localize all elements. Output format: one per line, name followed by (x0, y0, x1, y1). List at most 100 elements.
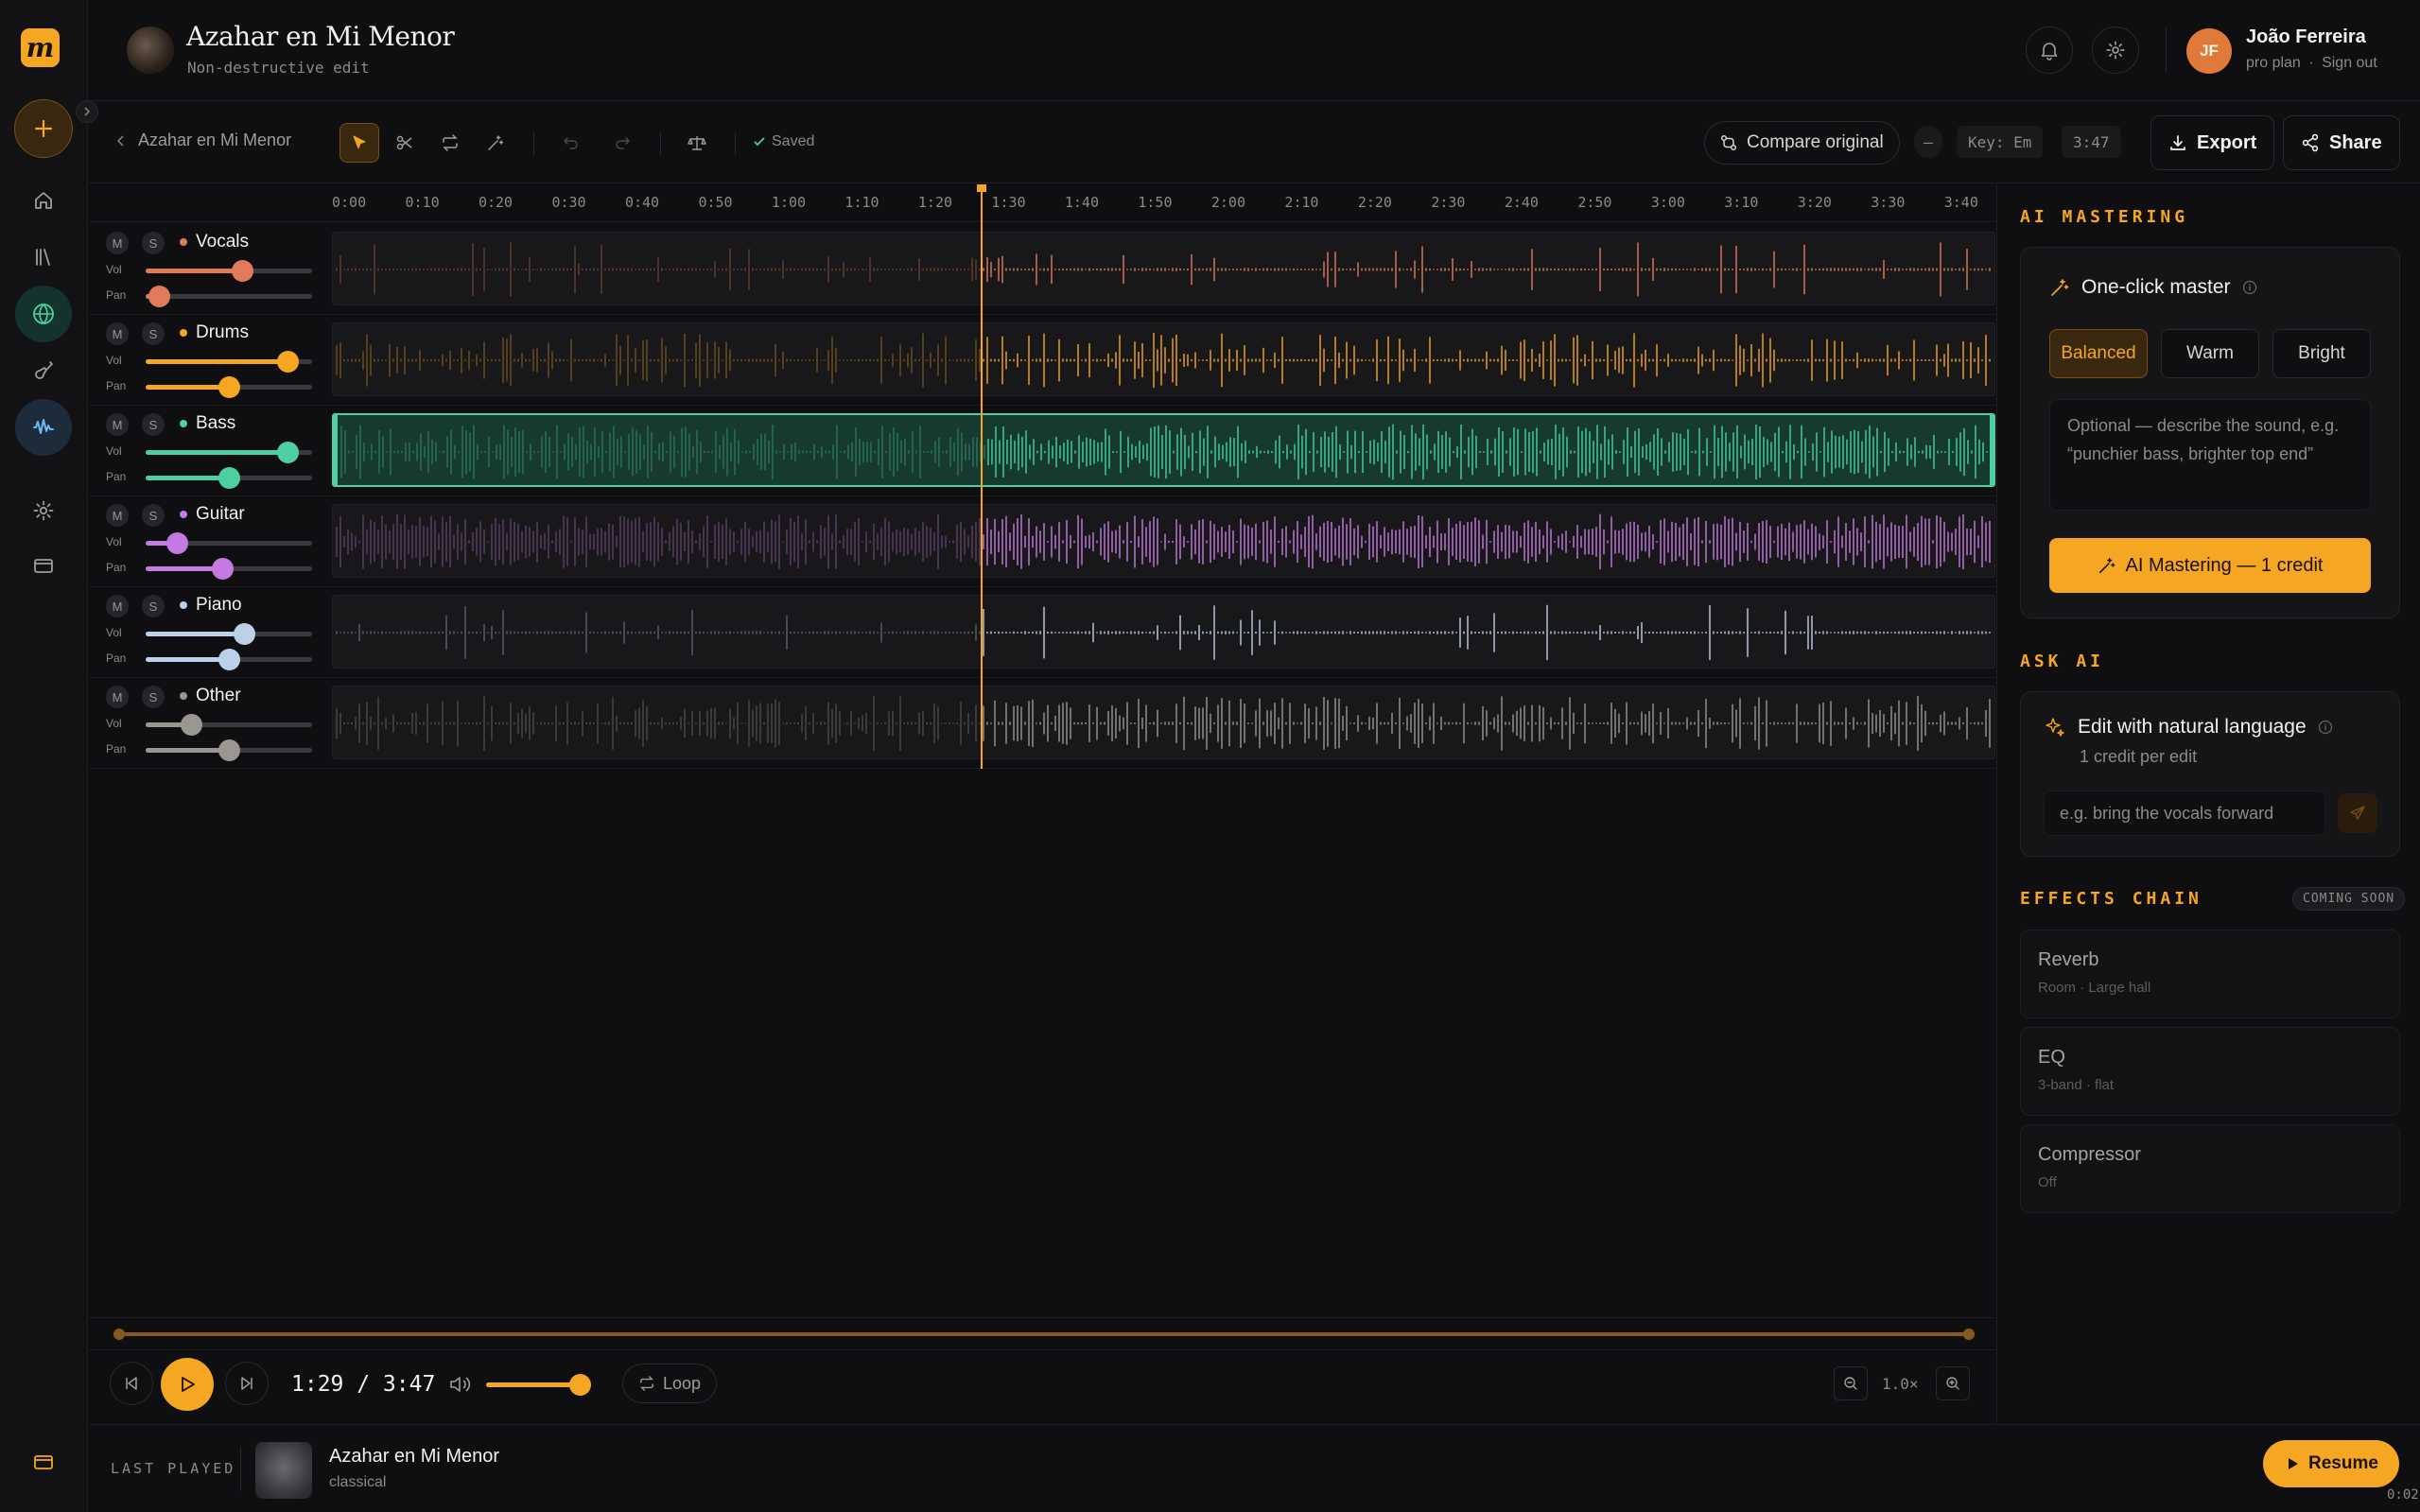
solo-button[interactable]: S (142, 322, 165, 345)
mute-button[interactable]: M (106, 686, 129, 708)
last-played-cover[interactable] (255, 1442, 312, 1499)
nav-explore[interactable] (15, 286, 72, 342)
avatar[interactable]: JF (2186, 28, 2232, 74)
track-pan-slider[interactable] (146, 649, 312, 670)
playhead[interactable] (981, 184, 983, 769)
undo-button[interactable] (551, 123, 591, 163)
volume-knob[interactable] (233, 623, 255, 645)
pan-knob[interactable] (218, 739, 240, 761)
app-logo[interactable]: m (21, 28, 60, 67)
loop-button[interactable]: Loop (622, 1364, 718, 1403)
app-header: Azahar en Mi Menor Non-destructive edit … (89, 0, 2420, 101)
track-lane[interactable] (332, 322, 1995, 396)
mute-button[interactable]: M (106, 322, 129, 345)
track-pan-slider[interactable] (146, 739, 312, 761)
gear-icon (2106, 41, 2125, 60)
nav-wallet[interactable] (15, 1434, 72, 1490)
skip-back-button[interactable] (110, 1362, 153, 1405)
select-tool[interactable] (339, 123, 379, 163)
magic-tool[interactable] (476, 123, 515, 163)
nav-editor[interactable] (15, 399, 72, 456)
key-down-button[interactable]: – (1914, 126, 1942, 158)
notifications-button[interactable] (2026, 26, 2073, 74)
volume-knob[interactable] (232, 260, 254, 282)
pan-knob[interactable] (211, 558, 234, 580)
redo-button[interactable] (602, 123, 642, 163)
info-icon[interactable] (2242, 280, 2257, 295)
track-lane[interactable] (332, 413, 1995, 487)
sign-out-link[interactable]: Sign out (2322, 55, 2377, 71)
nav-home[interactable] (15, 172, 72, 229)
export-button[interactable]: Export (2150, 115, 2275, 170)
last-played-title[interactable]: Azahar en Mi Menor (329, 1446, 499, 1468)
track-pan-slider[interactable] (146, 376, 312, 398)
solo-button[interactable]: S (142, 232, 165, 254)
master-volume-slider[interactable] (486, 1374, 591, 1396)
ask-ai-input[interactable]: e.g. bring the vocals forward (2044, 791, 2325, 836)
pan-knob[interactable] (218, 649, 240, 670)
info-icon[interactable] (2318, 720, 2333, 735)
pan-knob[interactable] (148, 286, 171, 307)
track-volume-slider[interactable] (146, 260, 312, 282)
share-button[interactable]: Share (2283, 115, 2400, 170)
zoom-out-button[interactable] (1834, 1366, 1868, 1400)
scrub-start-handle[interactable] (113, 1329, 125, 1340)
solo-button[interactable]: S (142, 595, 165, 617)
solo-button[interactable]: S (142, 686, 165, 708)
mute-button[interactable]: M (106, 595, 129, 617)
scrub-bar[interactable] (89, 1317, 1995, 1350)
nav-settings[interactable] (15, 482, 72, 539)
track-lane[interactable] (332, 595, 1995, 669)
cut-tool[interactable] (385, 123, 425, 163)
effect-reverb[interactable]: Reverb Room · Large hall (2020, 930, 2400, 1018)
breadcrumb[interactable]: Azahar en Mi Menor (117, 130, 291, 150)
track-pan-slider[interactable] (146, 467, 312, 489)
volume-knob[interactable] (276, 442, 299, 463)
effect-compressor[interactable]: Compressor Off (2020, 1124, 2400, 1213)
settings-button[interactable] (2092, 26, 2139, 74)
play-button[interactable] (161, 1358, 214, 1411)
volume-icon[interactable] (448, 1374, 473, 1395)
compare-original-button[interactable]: Compare original (1704, 121, 1900, 165)
track-volume-slider[interactable] (146, 532, 312, 554)
master-volume-knob[interactable] (569, 1374, 591, 1396)
solo-button[interactable]: S (142, 413, 165, 436)
skip-forward-button[interactable] (225, 1362, 269, 1405)
scrub-end-handle[interactable] (1963, 1329, 1975, 1340)
mute-button[interactable]: M (106, 504, 129, 527)
send-button[interactable] (2338, 793, 2377, 833)
preset-bright[interactable]: Bright (2272, 329, 2371, 378)
volume-knob[interactable] (276, 351, 299, 373)
balance-tool[interactable] (677, 123, 717, 163)
nav-library[interactable] (15, 229, 72, 286)
timeline-ruler[interactable]: 0:00 0:10 0:20 0:30 0:40 0:50 1:00 1:10 1:20 1:30… (89, 184, 1995, 222)
track-pan-slider[interactable] (146, 558, 312, 580)
preset-balanced[interactable]: Balanced (2049, 329, 2148, 378)
zoom-in-button[interactable] (1936, 1366, 1970, 1400)
track-lane[interactable] (332, 232, 1995, 305)
solo-button[interactable]: S (142, 504, 165, 527)
loop-tool[interactable] (430, 123, 470, 163)
playhead-handle[interactable] (977, 184, 986, 192)
pan-knob[interactable] (218, 376, 240, 398)
track-volume-slider[interactable] (146, 623, 312, 645)
track-volume-slider[interactable] (146, 442, 312, 463)
track-volume-slider[interactable] (146, 351, 312, 373)
volume-knob[interactable] (180, 714, 202, 736)
mastering-prompt-input[interactable]: Optional — describe the sound, e.g. “pun… (2049, 399, 2371, 511)
mute-button[interactable]: M (106, 232, 129, 254)
effect-eq[interactable]: EQ 3-band · flat (2020, 1027, 2400, 1116)
nav-instruments[interactable] (15, 342, 72, 399)
track-lane[interactable] (332, 504, 1995, 578)
ai-mastering-button[interactable]: AI Mastering — 1 credit (2049, 538, 2371, 593)
track-pan-slider[interactable] (146, 286, 312, 307)
pan-knob[interactable] (218, 467, 240, 489)
preset-warm[interactable]: Warm (2161, 329, 2259, 378)
track-lane[interactable] (332, 686, 1995, 759)
new-project-button[interactable] (14, 99, 73, 158)
track-volume-slider[interactable] (146, 714, 312, 736)
resume-button[interactable]: Resume (2263, 1440, 2399, 1487)
mute-button[interactable]: M (106, 413, 129, 436)
volume-knob[interactable] (166, 532, 189, 554)
nav-billing[interactable] (15, 537, 72, 594)
